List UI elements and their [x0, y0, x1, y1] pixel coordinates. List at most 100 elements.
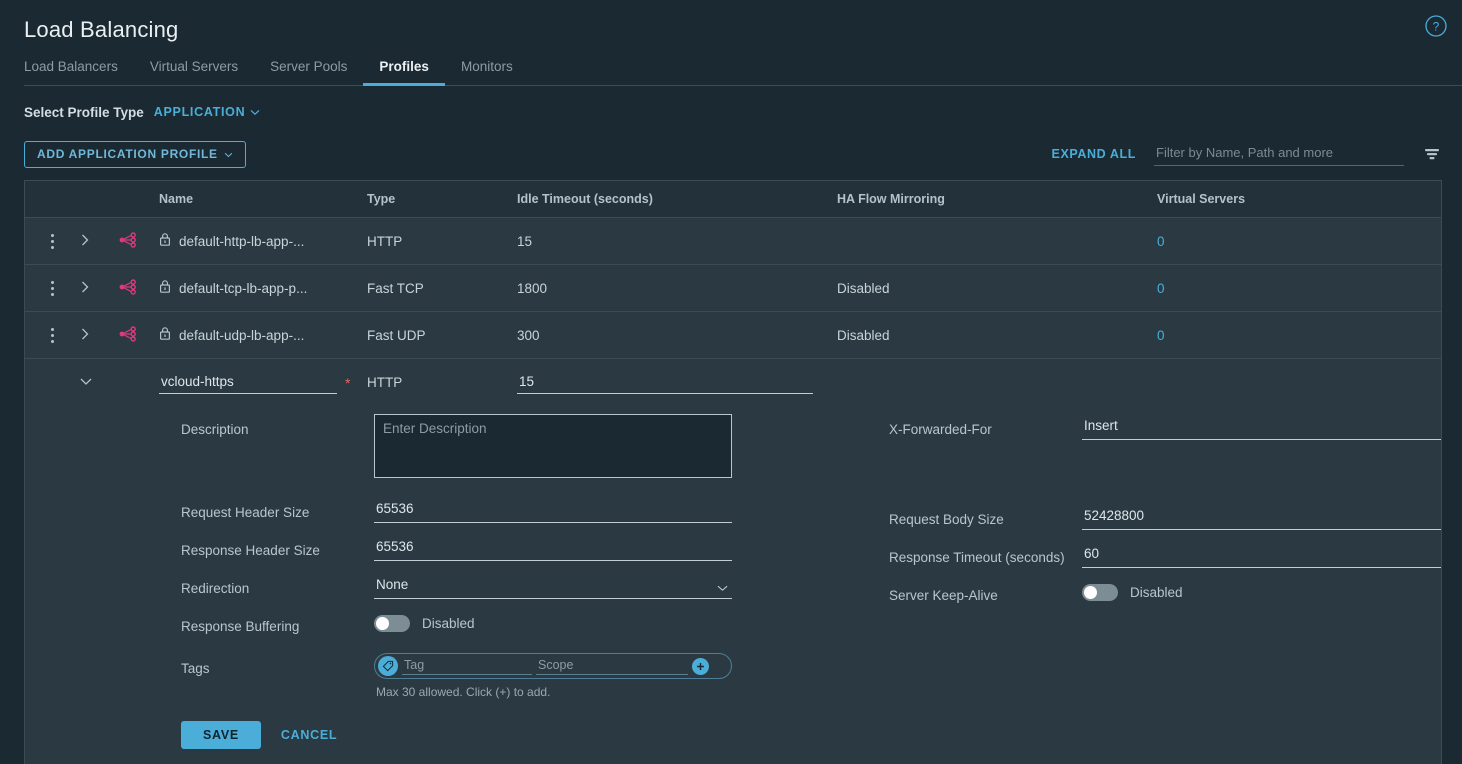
x-forwarded-for-label: X-Forwarded-For [889, 422, 992, 437]
kebab-menu-icon[interactable] [37, 280, 67, 296]
save-button[interactable]: SAVE [181, 721, 261, 749]
share-topology-icon[interactable] [119, 231, 137, 251]
plus-icon[interactable] [692, 657, 709, 675]
row-type-cell: Fast TCP [367, 280, 424, 296]
response-buffering-state: Disabled [422, 616, 475, 631]
share-topology-icon[interactable] [119, 278, 137, 298]
server-keep-alive-label: Server Keep-Alive [889, 588, 998, 603]
response-header-size-input[interactable] [374, 535, 732, 561]
add-application-profile-button[interactable]: ADD APPLICATION PROFILE [24, 140, 246, 168]
row-type-cell: HTTP [367, 233, 403, 249]
tab-virtual-servers[interactable]: Virtual Servers [134, 59, 254, 86]
svg-text:?: ? [1433, 20, 1440, 34]
redirection-field-wrap: None [374, 573, 733, 599]
table-toolbar: ADD APPLICATION PROFILE EXPAND ALL [0, 124, 1462, 172]
virtual-servers-link[interactable]: 0 [1157, 328, 1165, 343]
profile-type-value: APPLICATION [153, 105, 246, 119]
row-expand-cell [67, 233, 107, 250]
expanded-name-cell: * [147, 371, 355, 394]
header-type: Type [355, 192, 505, 206]
server-keep-alive-toggle[interactable] [1082, 584, 1118, 601]
tab-monitors[interactable]: Monitors [445, 59, 529, 86]
redirection-select[interactable]: None [374, 573, 732, 599]
header-name: Name [147, 192, 355, 206]
filter-funnel-icon[interactable] [1422, 144, 1442, 164]
expanded-row-body: Description Request Header Size Response… [25, 406, 1441, 699]
chevron-right-icon[interactable] [79, 233, 91, 250]
row-idle-timeout-cell: 300 [517, 327, 540, 343]
profile-type-label: Select Profile Type [24, 104, 144, 120]
toggle-knob [376, 617, 389, 630]
scope-input[interactable] [536, 657, 688, 675]
kebab-menu-icon[interactable] [37, 233, 67, 249]
kebab-menu-icon[interactable] [37, 327, 67, 343]
response-buffering-toggle-row: Disabled [374, 611, 733, 632]
row-ha-flow-mirroring-cell: Disabled [837, 280, 890, 296]
chevron-down-icon[interactable] [79, 375, 93, 390]
profile-type-dropdown[interactable]: APPLICATION [154, 105, 261, 119]
row-idle-timeout-cell: 1800 [517, 280, 548, 296]
row-type-cell: Fast UDP [367, 327, 426, 343]
lock-icon [159, 232, 171, 250]
tag-input[interactable] [402, 657, 532, 675]
header-idle-timeout: Idle Timeout (seconds) [505, 192, 825, 206]
row-name-cell: default-tcp-lb-app-p... [147, 279, 355, 297]
response-header-size-field-wrap [374, 535, 733, 561]
row-name-text: default-tcp-lb-app-p... [179, 280, 308, 296]
left-rail [0, 168, 24, 764]
request-body-size-input[interactable] [1082, 504, 1441, 530]
tab-server-pools[interactable]: Server Pools [254, 59, 363, 86]
request-header-size-input[interactable] [374, 497, 732, 523]
row-idle-timeout-cell: 15 [517, 233, 533, 249]
row-name-text: default-udp-lb-app-... [179, 327, 305, 343]
profile-name-input[interactable] [159, 371, 337, 394]
page-header: Load Balancing ? Load Balancers Virtual … [0, 0, 1462, 86]
toggle-knob [1084, 586, 1097, 599]
response-timeout-label: Response Timeout (seconds) [889, 550, 1065, 565]
required-marker: * [345, 374, 351, 391]
row-actions-cell [25, 233, 67, 249]
tags-hint: Max 30 allowed. Click (+) to add. [376, 685, 551, 699]
expanded-collapse-cell [67, 375, 107, 390]
response-timeout-input[interactable] [1082, 542, 1441, 568]
x-forwarded-for-select[interactable]: Insert [1082, 414, 1441, 440]
row-virtual-servers-cell: 0 [1145, 234, 1441, 249]
description-field-wrap [374, 414, 733, 483]
table-row[interactable]: default-http-lb-app-... HTTP 15 0 [25, 218, 1441, 265]
lock-icon [159, 279, 171, 297]
tags-field-wrap: Max 30 allowed. Click (+) to add. [374, 653, 733, 699]
row-topology-cell [107, 325, 147, 345]
table-row[interactable]: default-udp-lb-app-... Fast UDP 300 Disa… [25, 312, 1441, 359]
row-actions-cell [25, 280, 67, 296]
row-virtual-servers-cell: 0 [1145, 281, 1441, 296]
chevron-right-icon[interactable] [79, 327, 91, 344]
toolbar-right-group: EXPAND ALL [1052, 142, 1442, 166]
help-circle-icon[interactable]: ? [1424, 14, 1448, 38]
filter-field-wrapper [1154, 142, 1404, 166]
response-buffering-toggle[interactable] [374, 615, 410, 632]
virtual-servers-link[interactable]: 0 [1157, 234, 1165, 249]
chevron-right-icon[interactable] [79, 280, 91, 297]
expanded-idle-timeout-cell [505, 371, 825, 394]
description-textarea[interactable] [374, 414, 732, 478]
request-body-size-label: Request Body Size [889, 512, 1004, 527]
profile-type-bar: Select Profile Type APPLICATION [0, 84, 1462, 124]
row-expand-cell [67, 280, 107, 297]
server-keep-alive-field-wrap: Disabled [1082, 580, 1183, 601]
share-topology-icon[interactable] [119, 325, 137, 345]
tab-profiles[interactable]: Profiles [363, 59, 445, 86]
x-forwarded-for-field-wrap: Insert [1082, 414, 1441, 440]
expanded-type-cell: HTTP [367, 375, 403, 390]
expand-all-button[interactable]: EXPAND ALL [1052, 147, 1136, 161]
cancel-button[interactable]: CANCEL [281, 728, 337, 742]
header-ha-flow-mirroring: HA Flow Mirroring [825, 192, 1145, 206]
page-title: Load Balancing [24, 17, 179, 42]
filter-input[interactable] [1154, 142, 1404, 166]
tab-load-balancers[interactable]: Load Balancers [24, 59, 134, 86]
idle-timeout-input[interactable] [517, 371, 813, 394]
chevron-down-icon [224, 147, 233, 161]
expanded-row-header: * HTTP [25, 359, 1441, 406]
table-row[interactable]: default-tcp-lb-app-p... Fast TCP 1800 Di… [25, 265, 1441, 312]
virtual-servers-link[interactable]: 0 [1157, 281, 1165, 296]
row-ha-flow-mirroring-cell: Disabled [837, 327, 890, 343]
